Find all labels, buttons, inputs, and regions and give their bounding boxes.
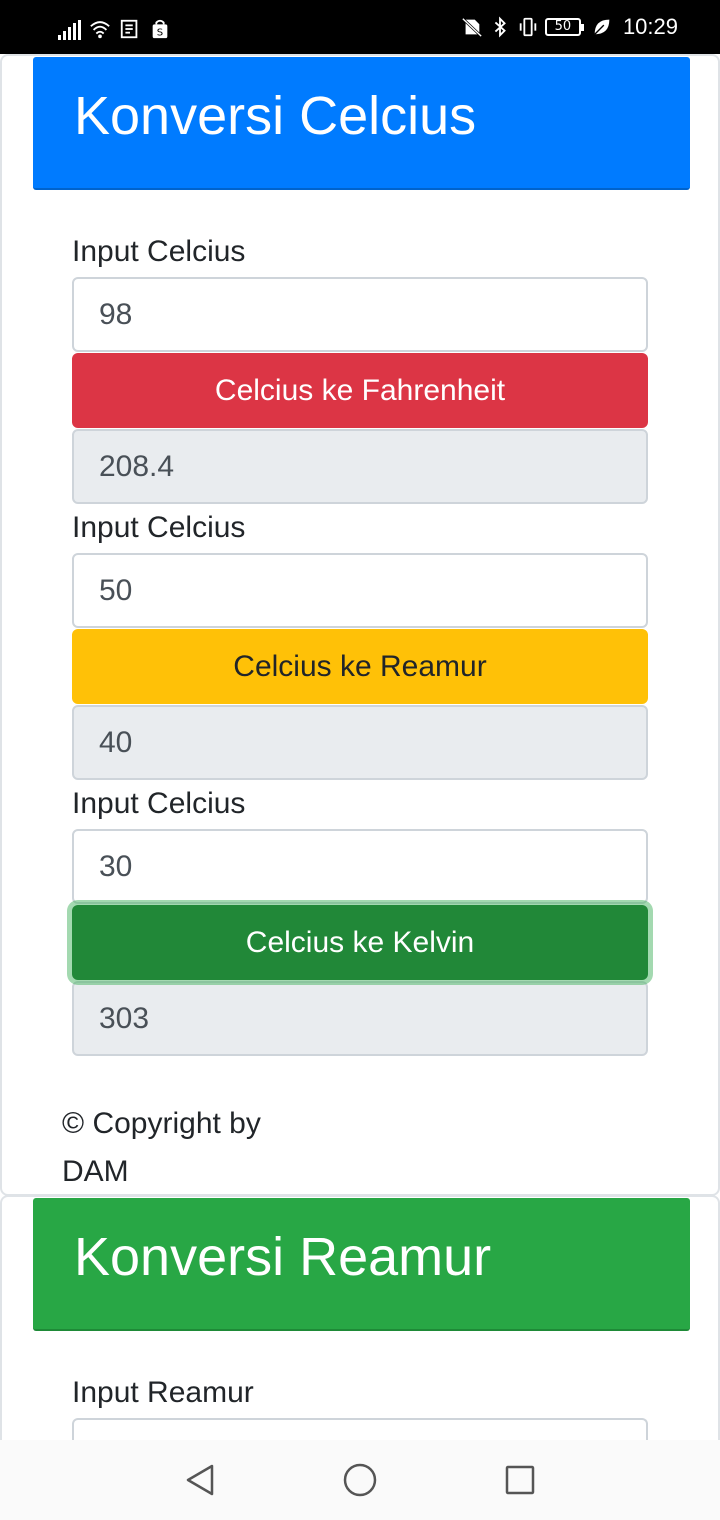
celcius-header: Konversi Celcius bbox=[33, 57, 690, 190]
bluetooth-icon bbox=[494, 16, 506, 38]
clock: 10:29 bbox=[622, 14, 678, 39]
reamur-input-label: Input Celcius bbox=[72, 511, 246, 544]
kelvin-button[interactable]: Celcius ke Kelvin bbox=[72, 905, 648, 980]
status-bar: S 50 10:29 bbox=[0, 0, 720, 54]
fahrenheit-result: 208.4 bbox=[72, 429, 648, 504]
copyright-line-2: DAM bbox=[62, 1155, 129, 1188]
back-icon[interactable] bbox=[180, 1460, 220, 1500]
copyright-footer: © Copyright by DAM bbox=[62, 1100, 261, 1196]
wifi-icon bbox=[90, 21, 110, 39]
svg-text:S: S bbox=[157, 27, 163, 38]
reamur-button[interactable]: Celcius ke Reamur bbox=[72, 629, 648, 704]
no-sim-icon bbox=[461, 17, 483, 38]
reamur-section-title: Konversi Reamur bbox=[74, 1227, 492, 1287]
reamur-header: Konversi Reamur bbox=[33, 1198, 690, 1331]
reamur-result: 40 bbox=[72, 705, 648, 780]
fahrenheit-button[interactable]: Celcius ke Fahrenheit bbox=[72, 353, 648, 428]
home-icon[interactable] bbox=[340, 1460, 380, 1500]
fahrenheit-input[interactable]: 98 bbox=[72, 277, 648, 352]
vibrate-icon bbox=[519, 17, 537, 37]
reamur-input[interactable]: 50 bbox=[72, 553, 648, 628]
page-title: Konversi Celcius bbox=[74, 86, 477, 146]
shop-icon: S bbox=[152, 19, 168, 38]
fahrenheit-input-label: Input Celcius bbox=[72, 235, 246, 268]
battery-icon: 50 bbox=[544, 18, 584, 36]
leaf-icon bbox=[594, 19, 610, 35]
copyright-line-1: © Copyright by bbox=[62, 1107, 261, 1140]
navigation-bar bbox=[0, 1440, 720, 1520]
notification-icon bbox=[120, 19, 138, 39]
signal-icon bbox=[58, 20, 81, 40]
kelvin-input[interactable]: 30 bbox=[72, 829, 648, 904]
recents-icon[interactable] bbox=[500, 1460, 540, 1500]
reamur-section-input-label: Input Reamur bbox=[72, 1376, 254, 1409]
kelvin-input-label: Input Celcius bbox=[72, 787, 246, 820]
kelvin-result: 303 bbox=[72, 981, 648, 1056]
